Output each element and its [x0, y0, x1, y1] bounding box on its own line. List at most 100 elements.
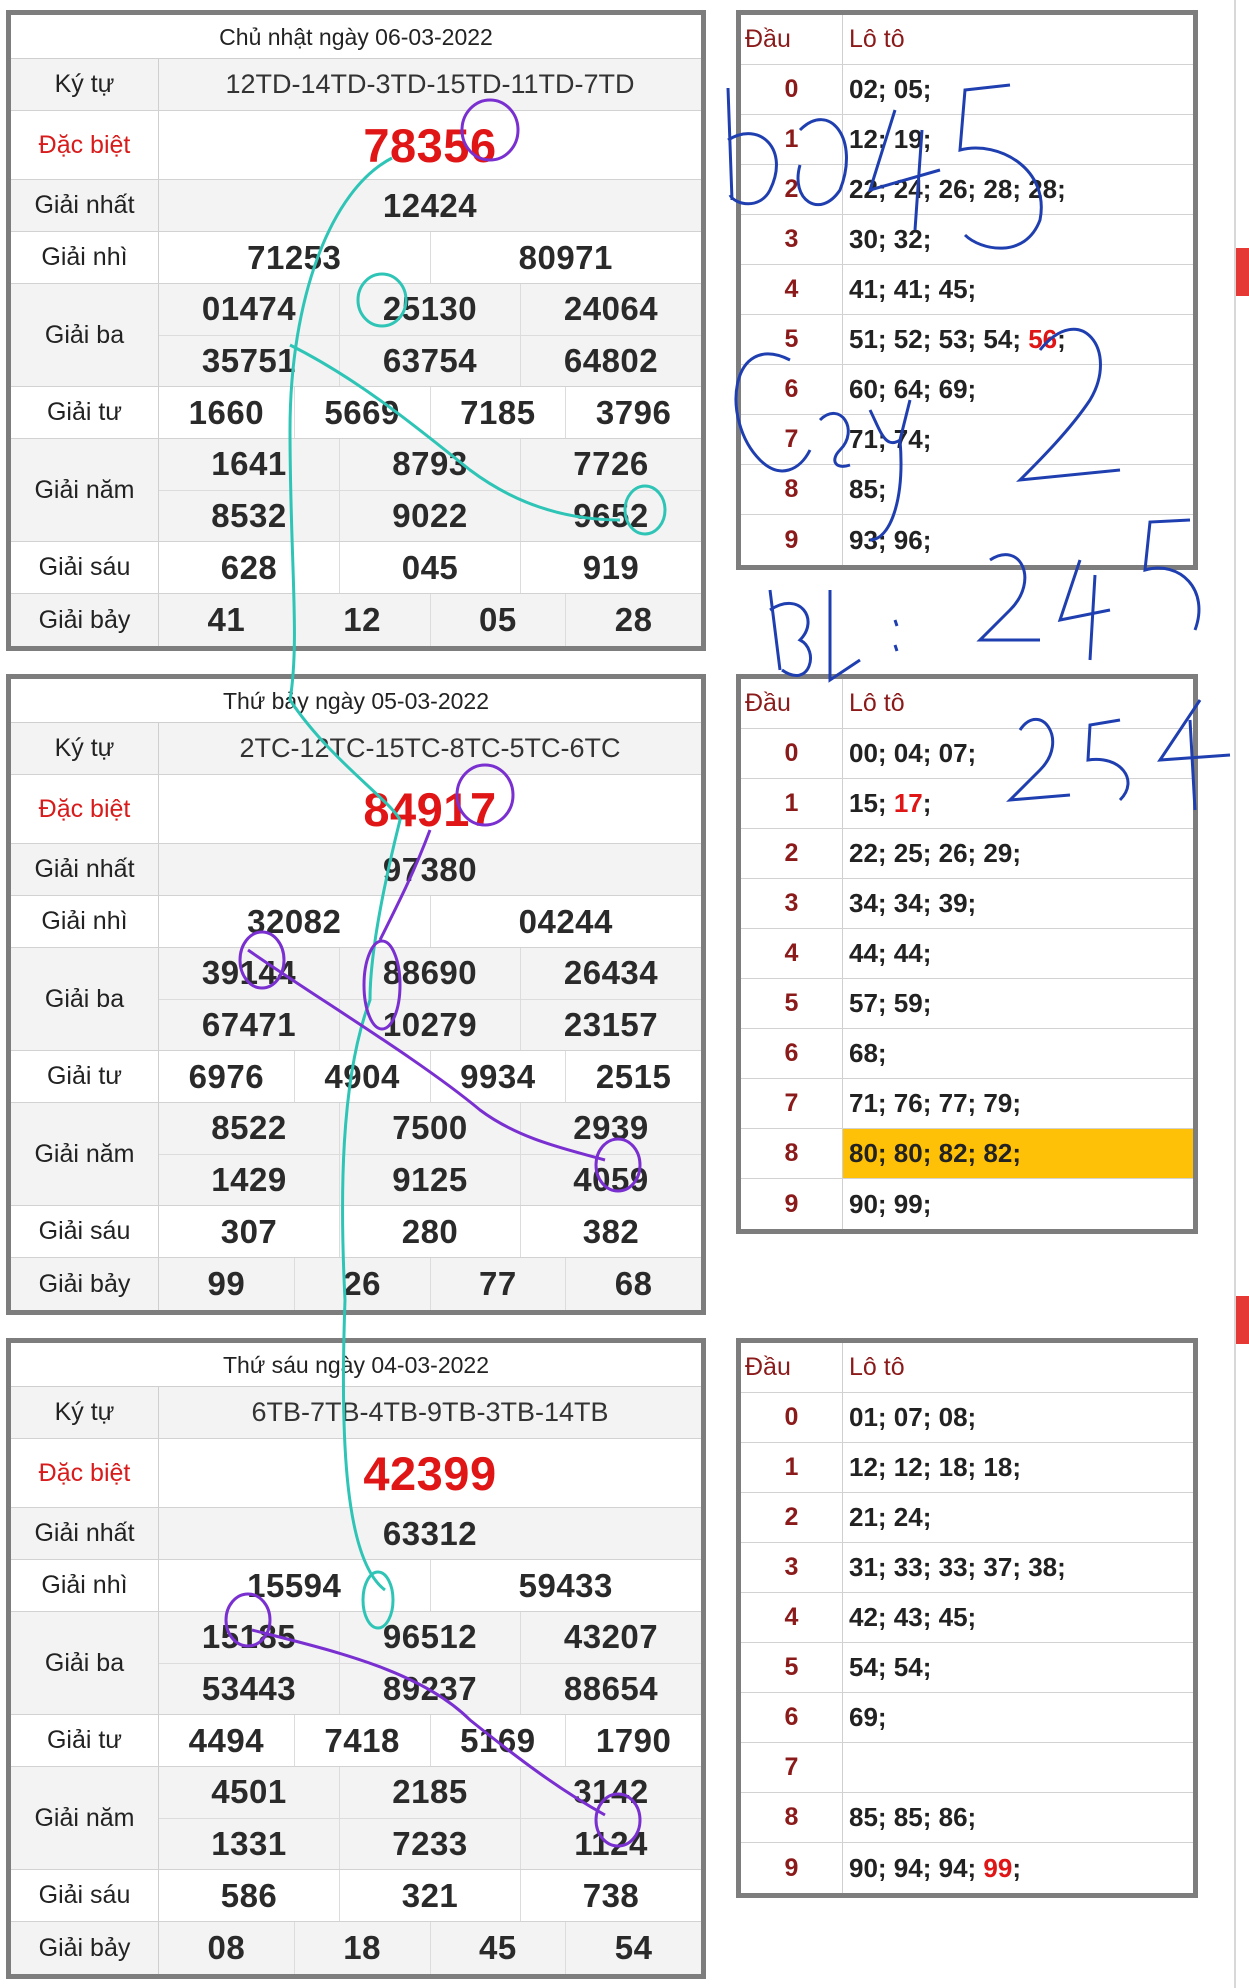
g4-value: 1660: [159, 387, 295, 438]
g5-value: 1641: [159, 439, 340, 490]
dau-header: Đầu: [741, 679, 843, 728]
loto-numbers: 85;: [843, 465, 1193, 514]
day-title: Thứ sáu ngày 04-03-2022: [11, 1343, 701, 1387]
g4-value: 1790: [595, 1721, 672, 1759]
row-g6: Giải sáu 307 280 382: [11, 1206, 701, 1258]
row-g6: Giải sáu 586 321 738: [11, 1870, 701, 1922]
dau-value: 1: [741, 779, 843, 828]
g4-value: 7418: [295, 1715, 431, 1766]
loto-number-list: 12; 19;: [849, 124, 932, 154]
g3-value: 35751: [159, 335, 340, 386]
loto-number-list: 93; 96;: [849, 524, 932, 555]
loto-header: Đầu Lô tô: [741, 679, 1193, 729]
loto-numbers: 90; 94; 94; 99;: [843, 1843, 1193, 1893]
loto-number-list: 54; 54;: [849, 1652, 932, 1682]
loto-number-list: 90; 99;: [849, 1188, 932, 1219]
g5-value: 7500: [340, 1103, 521, 1154]
loto-number-list: 68;: [849, 1038, 887, 1068]
g3-value: 64802: [563, 341, 659, 379]
g4-value: 2515: [595, 1057, 672, 1095]
g5-value: 3142: [573, 1773, 649, 1811]
g7-value: 28: [614, 601, 653, 638]
dau-value: 1: [741, 1443, 843, 1492]
dau-value: 6: [741, 1029, 843, 1078]
g4-value: 6976: [159, 1051, 295, 1102]
loto-number-list: 51; 52; 53; 54;: [849, 324, 1029, 354]
dau-value: 0: [741, 1393, 843, 1442]
g4-value: 5669: [295, 387, 431, 438]
day-title: Chủ nhật ngày 06-03-2022: [11, 15, 701, 59]
loto-numbers: 51; 52; 53; 54; 56;: [843, 315, 1193, 364]
dau-value: 8: [741, 1129, 843, 1178]
g5-value: 2185: [340, 1767, 521, 1818]
loto-numbers: 60; 64; 69;: [843, 365, 1193, 414]
loto-special-number: 99: [983, 1852, 1013, 1883]
label-g5: Giải năm: [11, 1103, 159, 1205]
dacbiet-value: 84917: [363, 782, 497, 836]
label-dacbiet: Đặc biệt: [11, 775, 159, 843]
g5-value: 9652: [573, 496, 649, 534]
label-g1: Giải nhất: [11, 180, 159, 231]
row-kytu: Ký tự 12TD-14TD-3TD-15TD-11TD-7TD: [11, 59, 701, 111]
loto-row: 6 69;: [741, 1693, 1193, 1743]
loto-special-number: 17: [893, 788, 923, 818]
loto-special-number: 56: [1028, 324, 1058, 354]
row-g2: Giải nhì 15594 59433: [11, 1560, 701, 1612]
dau-value: 3: [741, 215, 843, 264]
loto-numbers: 30; 32;: [843, 215, 1193, 264]
g6-value: 628: [159, 542, 340, 593]
loto-numbers: 12; 19;: [843, 115, 1193, 164]
dau-value: 0: [741, 65, 843, 114]
dau-value: 2: [741, 1493, 843, 1542]
loto-number-list: 60; 64; 69;: [849, 374, 977, 404]
dau-header: Đầu: [741, 1343, 843, 1392]
g2-value: 32082: [159, 896, 431, 947]
g7-value: 12: [295, 594, 431, 646]
loto-numbers: 71; 74;: [843, 415, 1193, 464]
loto-row: 2 22; 25; 26; 29;: [741, 829, 1193, 879]
dau-value: 0: [741, 729, 843, 778]
loto-row: 0 00; 04; 07;: [741, 729, 1193, 779]
row-g5: Giải năm 1641 8793 7726 8532 9022 9652: [11, 439, 701, 542]
g4-value: 9934: [431, 1051, 567, 1102]
label-g3: Giải ba: [11, 1612, 159, 1714]
dau-value: 8: [741, 465, 843, 514]
loto-numbers: 00; 04; 07;: [843, 729, 1193, 778]
label-dacbiet: Đặc biệt: [11, 1439, 159, 1507]
loto-row: 0 01; 07; 08;: [741, 1393, 1193, 1443]
loto-numbers: 12; 12; 18; 18;: [843, 1443, 1193, 1492]
loto-number-list: 22; 25; 26; 29;: [849, 838, 1021, 868]
dacbiet-value: 42399: [363, 1446, 497, 1500]
g3-value: 23157: [563, 1005, 659, 1043]
side-panel-edge: [1234, 0, 1249, 1988]
loto-row: 7 71; 76; 77; 79;: [741, 1079, 1193, 1129]
g3-value: 67471: [159, 999, 340, 1050]
side-red-marker: [1236, 248, 1249, 296]
row-g4: Giải tư 4494 7418 5169 1790: [11, 1715, 701, 1767]
loto-header-label: Lô tô: [849, 1353, 905, 1381]
g3-value: 25130: [340, 284, 521, 335]
g7-value: 68: [614, 1265, 653, 1302]
loto-numbers: 34; 34; 39;: [843, 879, 1193, 928]
dacbiet-value: 78356: [363, 118, 497, 172]
dau-value: 6: [741, 365, 843, 414]
label-g6: Giải sáu: [11, 1870, 159, 1921]
label-g6: Giải sáu: [11, 542, 159, 593]
g7-value: 77: [431, 1258, 567, 1310]
kytu-value: 12TD-14TD-3TD-15TD-11TD-7TD: [225, 69, 635, 99]
row-dacbiet: Đặc biệt 78356: [11, 111, 701, 180]
g2-value: 15594: [159, 1560, 431, 1611]
dau-value: 9: [741, 1843, 843, 1893]
label-g4: Giải tư: [11, 387, 159, 438]
g4-value: 4904: [295, 1051, 431, 1102]
g7-value: 18: [295, 1922, 431, 1974]
g3-value: 10279: [340, 999, 521, 1050]
loto-number-list: 71; 74;: [849, 424, 932, 454]
g5-value: 1429: [159, 1154, 340, 1205]
g5-value: 1331: [159, 1818, 340, 1869]
g5-value: 4501: [159, 1767, 340, 1818]
loto-header-label: Lô tô: [849, 689, 905, 717]
dau-value: 1: [741, 115, 843, 164]
dau-value: 7: [741, 415, 843, 464]
label-g2: Giải nhì: [11, 896, 159, 947]
